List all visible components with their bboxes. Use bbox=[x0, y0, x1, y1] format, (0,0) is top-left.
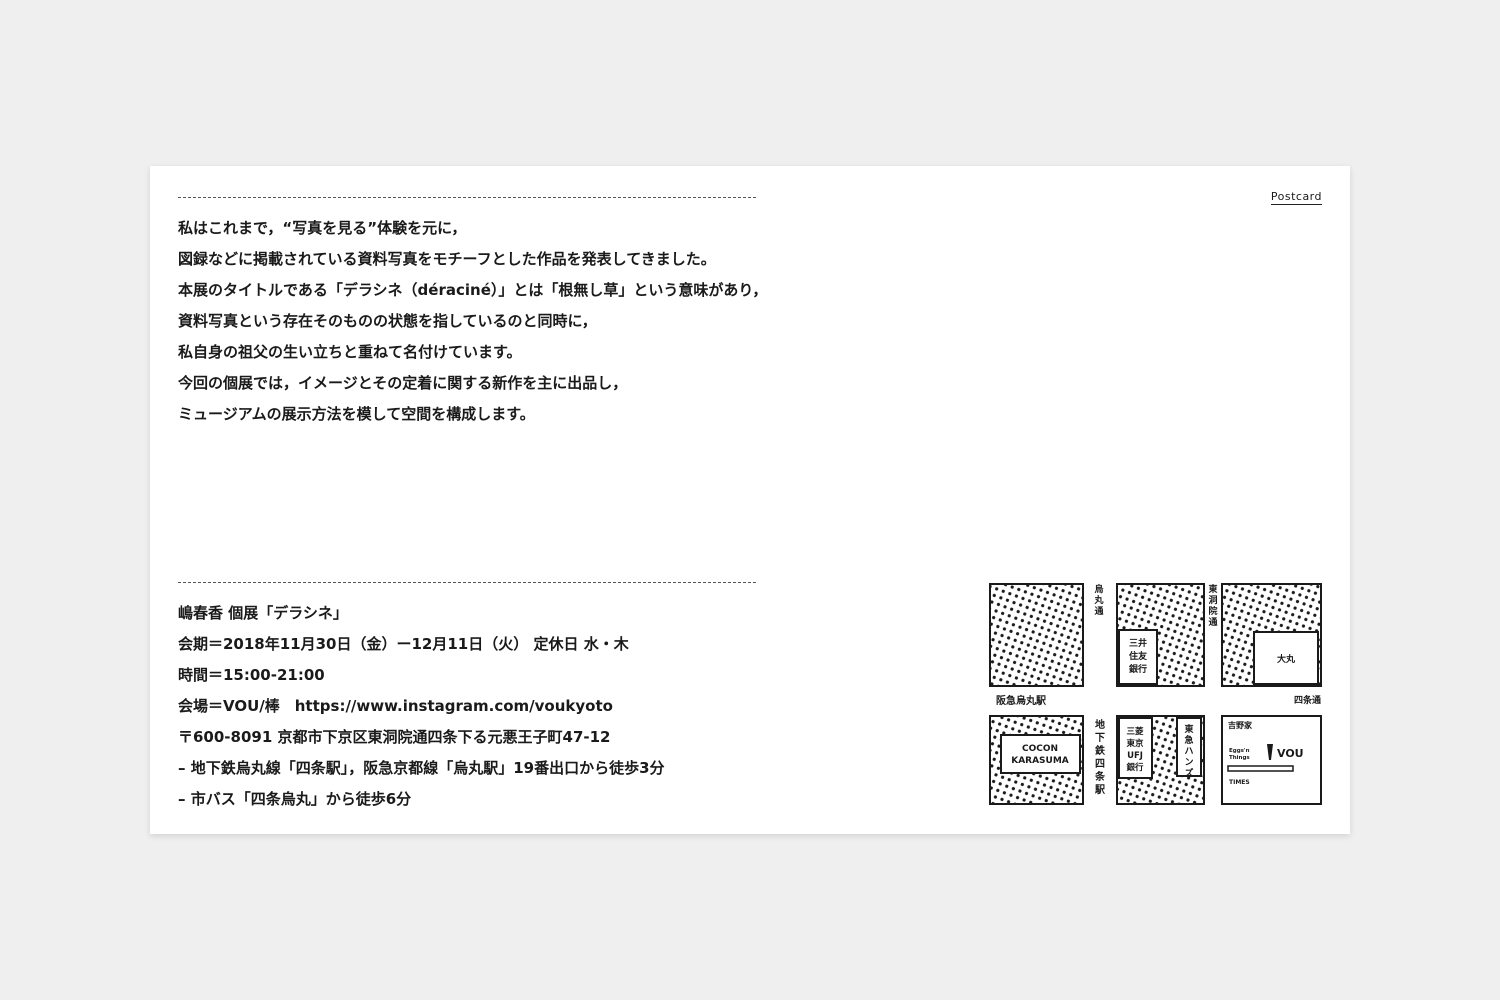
venue-address: 〒600-8091 京都市下京区東洞院通四条下る元悪王子町47-12 bbox=[178, 728, 611, 746]
access-map: 烏丸通 東洞院通 四条通 阪急烏丸駅 地下鉄四条駅 三井住友銀行 大丸 COCO… bbox=[988, 582, 1324, 808]
exhibition-dates: 会期＝2018年11月30日（金）ー12月11日（火） 定休日 水・木 bbox=[178, 635, 629, 653]
label-yoshinoya: 吉野家 bbox=[1228, 720, 1253, 730]
statement-line: 私自身の祖父の生い立ちと重ねて名付けています。 bbox=[178, 343, 522, 361]
label-eggs-1: Eggs'n bbox=[1229, 748, 1250, 754]
label-shijo-dori: 四条通 bbox=[1294, 694, 1321, 706]
statement-line: 本展のタイトルである「デラシネ（déraciné）」とは「根無し草」という意味が… bbox=[178, 281, 768, 299]
label-hankyu-station: 阪急烏丸駅 bbox=[996, 694, 1047, 707]
building-cocon bbox=[1000, 734, 1081, 774]
label-subway-station: 地下鉄四条駅 bbox=[1094, 718, 1106, 796]
access-subway: – 地下鉄烏丸線「四条駅」，阪急京都線「烏丸駅」19番出口から徒歩3分 bbox=[178, 759, 665, 777]
statement-line: 私はこれまで，“写真を見る”体験を元に， bbox=[178, 219, 467, 237]
exhibition-info: 嶋春香 個展「デラシネ」 会期＝2018年11月30日（金）ー12月11日（火）… bbox=[178, 603, 665, 820]
label-vou: VOU bbox=[1277, 747, 1304, 760]
postcard: Postcard 私はこれまで，“写真を見る”体験を元に， 図録などに掲載されて… bbox=[150, 166, 1350, 834]
statement-line: 資料写真という存在そのものの状態を指しているのと同時に， bbox=[178, 312, 597, 330]
label-mitsui-bank: 三井住友銀行 bbox=[1129, 637, 1147, 675]
label-cocon-2: KARASUMA bbox=[1011, 756, 1069, 766]
label-daimaru: 大丸 bbox=[1277, 653, 1296, 665]
label-karasuma-dori: 烏丸通 bbox=[1093, 583, 1104, 617]
label-tokyu-hands: 東急ハンズ bbox=[1184, 723, 1193, 779]
label-times: TIMES bbox=[1229, 779, 1250, 786]
label-eggs-2: Things bbox=[1229, 755, 1250, 761]
artist-statement: 私はこれまで，“写真を見る”体験を元に， 図録などに掲載されている資料写真をモチ… bbox=[178, 218, 767, 435]
dashed-divider-top bbox=[178, 197, 756, 198]
block-nw bbox=[989, 583, 1084, 687]
label-higashinotoin-dori: 東洞院通 bbox=[1208, 583, 1217, 628]
access-bus: – 市バス「四条烏丸」から徒歩6分 bbox=[178, 790, 412, 808]
exhibition-venue: 会場＝VOU/棒 https://www.instagram.com/vouky… bbox=[178, 697, 613, 715]
vou-pointer bbox=[1227, 765, 1294, 772]
statement-line: 今回の個展では，イメージとその定着に関する新作を主に出品し， bbox=[178, 374, 628, 392]
label-cocon-1: COCON bbox=[1022, 744, 1058, 754]
exhibition-title: 嶋春香 個展「デラシネ」 bbox=[178, 604, 348, 622]
statement-line: ミュージアムの展示方法を模して空間を構成します。 bbox=[178, 405, 535, 423]
exhibition-hours: 時間＝15:00-21:00 bbox=[178, 666, 325, 684]
postcard-label: Postcard bbox=[1270, 190, 1322, 205]
dashed-divider-bottom bbox=[178, 582, 756, 583]
statement-line: 図録などに掲載されている資料写真をモチーフとした作品を発表してきました。 bbox=[178, 250, 716, 268]
